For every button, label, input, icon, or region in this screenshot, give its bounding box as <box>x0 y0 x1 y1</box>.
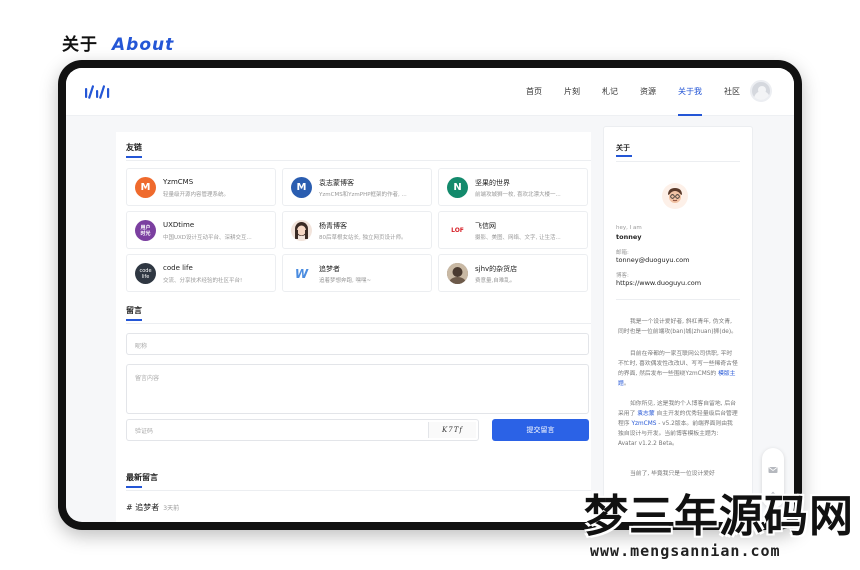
heading-chinese: 关于 <box>62 35 98 55</box>
main-nav: 首页 片刻 札记 资源 关于我 社区 <box>526 68 740 116</box>
link-desc: 交流、分享技术经验的社区平台! <box>163 278 243 284</box>
link-desc: 轻量级开源内容管理系统。 <box>163 192 230 198</box>
divider <box>616 299 740 300</box>
device-frame: 首页 片刻 札记 资源 关于我 社区 友链 M YzmCMS 轻量级开源内容管理… <box>58 60 802 530</box>
recent-comment-item[interactable]: # 追梦者 3天前 <box>126 502 179 513</box>
friend-links-grid: M YzmCMS 轻量级开源内容管理系统。 M 袁志蒙博客 YzmCMS和Yzm… <box>126 168 589 292</box>
link-card-yuanzhimeng[interactable]: M 袁志蒙博客 YzmCMS和YzmPHP框架的作者, ... <box>282 168 432 206</box>
link-desc: 费意量,自难乱。 <box>475 278 516 284</box>
watermark-url: www.mengsannian.com <box>590 542 781 560</box>
link-name: code life <box>163 264 193 272</box>
link-card-yzmcms[interactable]: M YzmCMS 轻量级开源内容管理系统。 <box>126 168 276 206</box>
captcha-image[interactable]: K7Tf <box>428 422 476 438</box>
divider <box>126 160 591 161</box>
page-heading: 关于 About <box>62 30 174 55</box>
recent-comment-author: # 追梦者 <box>126 503 160 512</box>
captcha-input[interactable]: 验证码 <box>127 420 427 440</box>
divider <box>126 490 591 491</box>
uxdtime-logo-icon: 用户 时光 <box>135 220 156 241</box>
link-name: UXDtime <box>163 221 195 229</box>
memoji-avatar-icon <box>662 183 688 209</box>
top-navigation: 首页 片刻 札记 资源 关于我 社区 <box>66 68 794 116</box>
comment-textarea[interactable]: 留言内容 <box>126 364 589 414</box>
recent-comments-title: 最新留言 <box>126 473 158 488</box>
link-desc: 摄影、美图、网络、文字, 让生活... <box>475 235 561 241</box>
comment-section-title: 留言 <box>126 306 142 321</box>
mail-icon[interactable] <box>768 460 778 473</box>
link-name: 飞信网 <box>475 222 496 230</box>
link-name: 坚果的世界 <box>475 179 510 187</box>
intro-paragraph-3: 如你所见, 这是我的个人博客自留地, 后台采用了 袁志蒙 自主开发的优秀轻量级后… <box>618 399 738 449</box>
author-link[interactable]: 袁志蒙 <box>637 411 654 417</box>
greeting-label: hey, I am <box>616 225 642 231</box>
feixin-logo-icon: LOF <box>447 220 468 241</box>
email-value[interactable]: tonney@duoguyu.com <box>616 256 690 264</box>
browser-screen: 首页 片刻 札记 资源 关于我 社区 友链 M YzmCMS 轻量级开源内容管理… <box>66 68 794 522</box>
yuanzhimeng-logo-icon: M <box>291 177 312 198</box>
link-card-yangqing[interactable]: 杨青博客 80后草根女站长, 独立网页设计师。 <box>282 211 432 249</box>
para-text: 。 <box>623 381 630 387</box>
watermark: 梦三年源码网 www.mengsannian.com <box>578 480 860 570</box>
author-name: tonney <box>616 233 642 241</box>
link-card-uxdtime[interactable]: 用户 时光 UXDtime 中国UXD设计互动平台、深耕交互... <box>126 211 276 249</box>
heading-english: About <box>112 35 175 55</box>
recent-comment-time: 3天前 <box>163 505 180 512</box>
nav-item-resources[interactable]: 资源 <box>640 68 656 116</box>
girl-avatar-icon <box>291 220 312 241</box>
link-card-sjhv[interactable]: sjhv的杂货店 费意量,自难乱。 <box>438 254 588 292</box>
divider <box>616 161 740 162</box>
link-name: 追梦者 <box>319 265 340 273</box>
yzmcms-logo-icon: M <box>135 177 156 198</box>
blog-link[interactable]: https://www.duoguyu.com <box>616 279 701 287</box>
nav-item-home[interactable]: 首页 <box>526 68 542 116</box>
yzmcms-link[interactable]: YzmCMS <box>631 421 656 427</box>
link-desc: 80后草根女站长, 独立网页设计师。 <box>319 235 407 241</box>
nav-item-moments[interactable]: 片刻 <box>564 68 580 116</box>
link-name: 袁志蒙博客 <box>319 179 354 187</box>
link-card-codelife[interactable]: code life code life 交流、分享技术经验的社区平台! <box>126 254 276 292</box>
nav-item-notes[interactable]: 札记 <box>602 68 618 116</box>
captcha-field: 验证码 K7Tf <box>126 419 479 441</box>
watermark-chinese: 梦三年源码网 <box>584 491 854 542</box>
blog-label: 博客: <box>616 273 629 279</box>
link-name: 杨青博客 <box>319 222 347 230</box>
link-name: YzmCMS <box>163 178 194 186</box>
sjhv-avatar-icon <box>447 263 468 284</box>
email-label: 邮箱: <box>616 250 629 256</box>
link-desc: 中国UXD设计互动平台、深耕交互... <box>163 235 252 241</box>
nickname-input[interactable]: 昵称 <box>126 333 589 355</box>
site-logo-icon[interactable] <box>84 84 114 104</box>
codelife-logo-icon: code life <box>135 263 156 284</box>
link-name: sjhv的杂货店 <box>475 265 518 273</box>
nav-item-community[interactable]: 社区 <box>724 68 740 116</box>
link-desc: YzmCMS和YzmPHP框架的作者, ... <box>319 192 407 198</box>
zhuimengzhe-logo-icon: W <box>291 263 312 284</box>
intro-paragraph-4: 当前了, 毕竟我只是一位设计爱好 <box>630 471 715 477</box>
sidebar-title: 关于 <box>616 144 632 157</box>
user-avatar[interactable] <box>750 80 772 102</box>
link-desc: 追着梦想奔跑, 嘿嘿~ <box>319 278 372 284</box>
nav-item-about-me[interactable]: 关于我 <box>678 68 702 116</box>
link-desc: 前端攻城狮一枚, 喜欢北漂大楼一... <box>475 192 561 198</box>
about-sidebar: 关于 hey, I am tonney 邮箱: tonney@duoguyu.c… <box>603 126 753 522</box>
main-content: 友链 M YzmCMS 轻量级开源内容管理系统。 M 袁志蒙博客 YzmCMS和… <box>116 132 591 522</box>
jianguo-logo-icon: N <box>447 177 468 198</box>
intro-paragraph-2: 目前在帝都的一家互联网公司供职, 平时不忙时, 喜欢偶发性改改UI、写写一些稀奇… <box>618 349 738 389</box>
submit-comment-button[interactable]: 提交留言 <box>492 419 589 441</box>
divider <box>126 323 591 324</box>
intro-paragraph-1: 我是一个设计爱好者, 斜杠青年, 伪文青, 同时也是一位前端攻(ban)城(zh… <box>618 319 737 335</box>
link-card-jianguo[interactable]: N 坚果的世界 前端攻城狮一枚, 喜欢北漂大楼一... <box>438 168 588 206</box>
link-card-zhuimengzhe[interactable]: W 追梦者 追着梦想奔跑, 嘿嘿~ <box>282 254 432 292</box>
link-card-feixin[interactable]: LOF 飞信网 摄影、美图、网络、文字, 让生活... <box>438 211 588 249</box>
links-section-title: 友链 <box>126 143 142 158</box>
